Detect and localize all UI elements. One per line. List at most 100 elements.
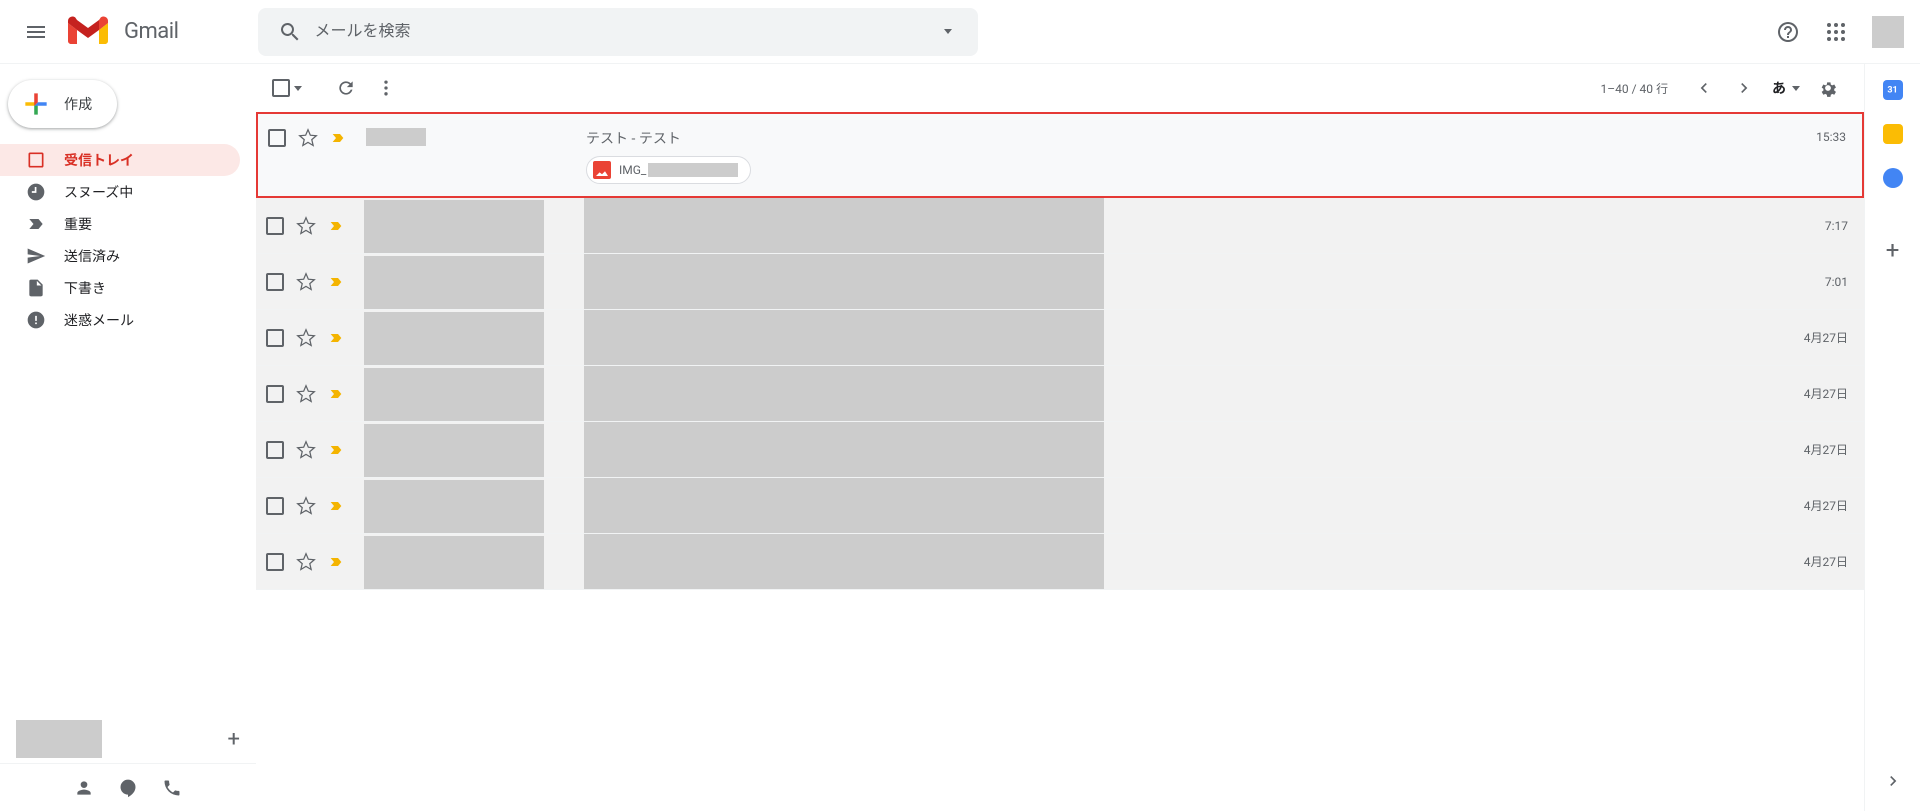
importance-marker-icon[interactable] <box>328 274 344 290</box>
attachment-chip[interactable]: IMG_ <box>586 156 751 184</box>
email-row[interactable]: 4月27日 <box>256 310 1864 366</box>
email-row[interactable]: 4月27日 <box>256 366 1864 422</box>
star-icon[interactable] <box>296 440 316 460</box>
hangouts-profile: + <box>0 715 256 763</box>
get-addons-button[interactable]: + <box>1886 236 1900 264</box>
sidebar: 作成 受信トレイ スヌーズ中 重要 送信済み 下書き 迷惑メール <box>0 64 256 811</box>
importance-marker-icon[interactable] <box>328 554 344 570</box>
star-icon[interactable] <box>296 216 316 236</box>
star-icon[interactable] <box>296 496 316 516</box>
email-row[interactable]: 4月27日 <box>256 422 1864 478</box>
row-checkbox[interactable] <box>266 329 284 347</box>
content-redacted <box>584 254 1104 309</box>
search-input[interactable] <box>314 23 922 41</box>
caret-down-icon <box>294 86 302 91</box>
sender-redacted <box>366 128 426 146</box>
refresh-button[interactable] <box>326 68 366 108</box>
collapse-panel-button[interactable] <box>1883 771 1903 795</box>
prev-page-button[interactable] <box>1684 68 1724 108</box>
search-icon <box>278 20 302 44</box>
caret-down-icon <box>1792 86 1800 91</box>
main-menu-button[interactable] <box>12 8 60 56</box>
email-list: テスト - テスト IMG_ 15:33 7:17 <box>256 112 1864 811</box>
nav-sent[interactable]: 送信済み <box>0 240 240 272</box>
importance-marker-icon[interactable] <box>328 218 344 234</box>
importance-icon <box>26 214 46 234</box>
nav-important[interactable]: 重要 <box>0 208 240 240</box>
row-checkbox[interactable] <box>266 441 284 459</box>
importance-marker-icon[interactable] <box>328 386 344 402</box>
row-checkbox[interactable] <box>268 129 286 147</box>
importance-marker-icon[interactable] <box>328 442 344 458</box>
row-checkbox[interactable] <box>266 553 284 571</box>
more-vert-icon <box>376 78 396 98</box>
star-icon[interactable] <box>298 128 318 148</box>
tasks-addon[interactable] <box>1883 168 1903 188</box>
image-icon <box>593 161 611 179</box>
email-subject: テスト - テスト <box>586 126 1790 148</box>
row-checkbox[interactable] <box>266 217 284 235</box>
account-avatar[interactable] <box>1872 16 1904 48</box>
nav-label: 重要 <box>64 214 92 234</box>
email-time: 4月27日 <box>1792 497 1848 514</box>
nav-label: 受信トレイ <box>64 150 134 170</box>
search-options-button[interactable] <box>922 29 970 34</box>
settings-button[interactable] <box>1808 68 1848 108</box>
checkbox-icon <box>272 79 290 97</box>
nav-drafts[interactable]: 下書き <box>0 272 240 304</box>
footer-tabs <box>0 763 256 811</box>
email-row[interactable]: 7:17 <box>256 198 1864 254</box>
sender-redacted <box>364 200 544 253</box>
email-row[interactable]: 7:01 <box>256 254 1864 310</box>
star-icon[interactable] <box>296 272 316 292</box>
importance-marker-icon[interactable] <box>330 130 346 146</box>
email-time: 7:01 <box>1792 275 1848 289</box>
search-box[interactable] <box>258 8 978 56</box>
nav-spam[interactable]: 迷惑メール <box>0 304 240 336</box>
input-method-button[interactable]: あ <box>1772 78 1800 98</box>
nav-inbox[interactable]: 受信トレイ <box>0 144 240 176</box>
phone-icon[interactable] <box>162 778 182 798</box>
email-row[interactable]: テスト - テスト IMG_ 15:33 <box>256 112 1864 198</box>
star-icon[interactable] <box>296 384 316 404</box>
side-panel: + <box>1864 64 1920 811</box>
email-row[interactable]: 4月27日 <box>256 478 1864 534</box>
apps-button[interactable] <box>1816 12 1856 52</box>
nav-label: スヌーズ中 <box>64 182 133 202</box>
email-time: 4月27日 <box>1792 553 1848 570</box>
support-button[interactable] <box>1768 12 1808 52</box>
contacts-icon[interactable] <box>74 778 94 798</box>
gmail-logo[interactable]: Gmail <box>64 16 178 48</box>
calendar-addon[interactable] <box>1883 80 1903 100</box>
content-redacted <box>584 366 1104 421</box>
new-chat-button[interactable]: + <box>228 727 240 752</box>
email-row[interactable]: 4月27日 <box>256 534 1864 590</box>
nav-label: 迷惑メール <box>64 310 134 330</box>
next-page-button[interactable] <box>1724 68 1764 108</box>
chevron-right-icon <box>1734 78 1754 98</box>
sender-redacted <box>364 368 544 421</box>
content-redacted <box>584 198 1104 253</box>
row-checkbox[interactable] <box>266 385 284 403</box>
compose-button[interactable]: 作成 <box>8 80 117 128</box>
row-checkbox[interactable] <box>266 497 284 515</box>
importance-marker-icon[interactable] <box>328 330 344 346</box>
star-icon[interactable] <box>296 552 316 572</box>
keep-addon[interactable] <box>1883 124 1903 144</box>
profile-redacted <box>16 720 102 758</box>
content-redacted <box>584 310 1104 365</box>
select-all[interactable] <box>272 79 302 97</box>
apps-grid-icon <box>1824 20 1848 44</box>
hamburger-icon <box>24 20 48 44</box>
content-redacted <box>584 422 1104 477</box>
sender-redacted <box>364 536 544 589</box>
importance-marker-icon[interactable] <box>328 498 344 514</box>
nav-snoozed[interactable]: スヌーズ中 <box>0 176 240 208</box>
hangouts-icon[interactable] <box>118 778 138 798</box>
email-time: 7:17 <box>1792 219 1848 233</box>
more-button[interactable] <box>366 68 406 108</box>
email-time: 4月27日 <box>1792 329 1848 346</box>
row-checkbox[interactable] <box>266 273 284 291</box>
draft-icon <box>26 278 46 298</box>
star-icon[interactable] <box>296 328 316 348</box>
